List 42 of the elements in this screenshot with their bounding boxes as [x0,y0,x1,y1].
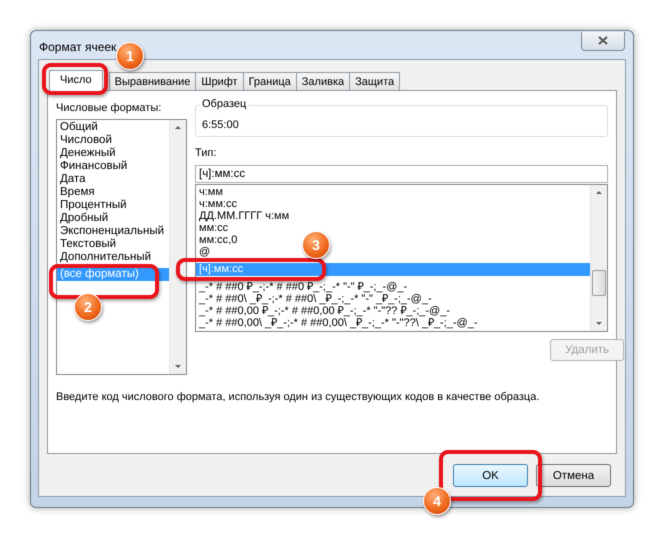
scrollbar[interactable] [169,120,186,374]
category-item[interactable]: Дополнительный [57,251,154,264]
type-label: Тип: [195,147,218,161]
close-icon [598,36,608,45]
ok-button[interactable]: OK [453,464,528,487]
type-item[interactable]: мм:сс [196,222,232,234]
hint-text: Введите код числового формата, используя один из существующих кодов в качестве образца. [56,391,540,403]
type-item[interactable]: мм:сс,0 [196,234,240,246]
category-item[interactable]: Текстовый [57,238,120,251]
type-item[interactable]: _-* # ##0,00\ _₽_-;-* # ##0,00\ _₽_-;_-* "-"??\ _₽_-;_-@_- [196,317,481,329]
scroll-thumb[interactable] [592,270,606,296]
category-label: Числовые форматы: [56,102,162,116]
category-item[interactable]: Время [57,186,98,199]
category-item[interactable]: Дробный [57,212,112,225]
tab[interactable]: Заливка [296,72,350,90]
tab[interactable]: Граница [242,72,297,90]
type-item[interactable]: ч:мм:сс [196,198,240,210]
category-item[interactable]: Денежный [57,147,119,160]
type-field[interactable]: [ч]:мм:сс [195,165,608,183]
highlight-frame [42,63,108,95]
category-item[interactable]: Числовой [57,134,115,147]
category-item[interactable]: Экспоненциальный [57,225,168,238]
category-item[interactable]: Общий [57,121,101,134]
type-item[interactable]: ч:мм [196,186,226,198]
tab[interactable]: Число [49,70,103,91]
type-item[interactable]: _-* # ##0\ _₽_-;-* # ##0\ _₽_-;_-* "-" _₽_-;_-@_- [196,293,435,305]
close-button[interactable] [581,32,625,50]
tab[interactable]: Защита [349,72,400,90]
scrollbar[interactable] [590,185,607,331]
tab[interactable]: Шрифт [195,72,244,90]
cancel-button[interactable]: Отмена [536,464,611,487]
type-item[interactable]: _-* # ##0 ₽_-;-* # ##0 ₽_-;_-* "-" ₽_-;_-@_- [196,281,410,293]
category-item[interactable]: Процентный [57,199,130,212]
sample-value: 6:55:00 [202,118,240,132]
category-item[interactable]: Финансовый [57,160,130,173]
type-item[interactable]: @ [196,246,214,258]
tab[interactable]: Выравнивание [108,72,196,90]
type-item[interactable]: _-* # ##0,00 ₽_-;-* # ##0,00 ₽_-;_-* "-"?? ₽_-;_-@_- [196,305,453,317]
type-item[interactable]: ДД.ММ.ГГГГ ч:мм [196,210,292,222]
window-title: Формат ячеек [39,39,116,54]
category-item[interactable]: Дата [57,173,88,186]
sample-label: Образец [200,98,248,110]
